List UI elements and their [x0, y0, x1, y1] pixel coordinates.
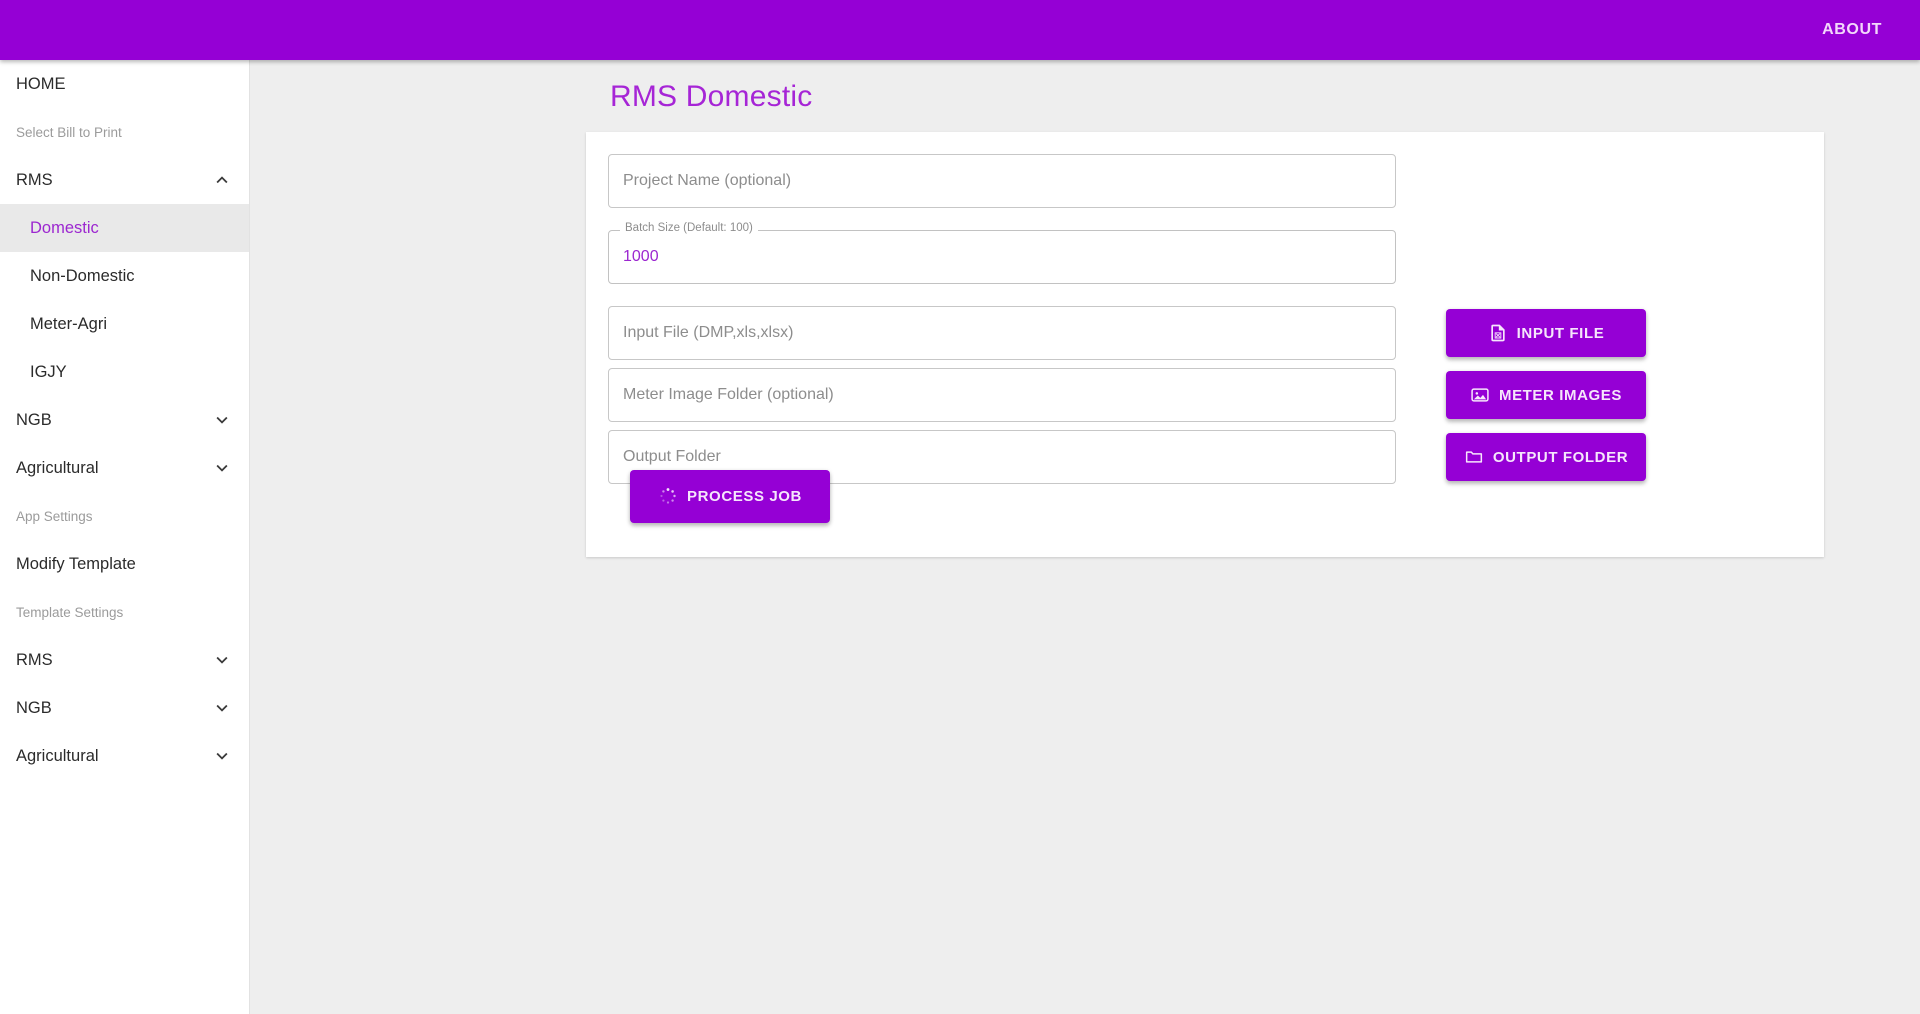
sidebar-item-modify-template[interactable]: Modify Template	[0, 540, 249, 588]
batch-size-value: 1000	[623, 248, 659, 266]
sidebar-item-domestic-label: Domestic	[30, 219, 99, 238]
sidebar-section-template-settings-label: Template Settings	[16, 605, 123, 620]
top-app-bar: ABOUT	[0, 0, 1920, 60]
sidebar-group-ngb[interactable]: NGB	[0, 396, 249, 444]
sidebar-section-app-settings: App Settings	[0, 492, 249, 540]
process-job-button-label: PROCESS JOB	[687, 488, 802, 505]
sidebar-item-modify-template-label: Modify Template	[16, 555, 136, 574]
sidebar: HOME Select Bill to Print RMS Domestic N…	[0, 60, 250, 1014]
input-file-button[interactable]: INPUT FILE	[1446, 309, 1646, 357]
sidebar-section-select-bill-label: Select Bill to Print	[16, 125, 122, 140]
chevron-down-icon	[211, 745, 233, 767]
sidebar-group-agricultural-label: Agricultural	[16, 459, 99, 478]
sidebar-template-group-rms[interactable]: RMS	[0, 636, 249, 684]
sidebar-section-template-settings: Template Settings	[0, 588, 249, 636]
page-title: RMS Domestic	[610, 80, 812, 114]
output-folder-button-label: OUTPUT FOLDER	[1493, 449, 1628, 466]
folder-icon	[1464, 447, 1484, 467]
spinner-icon	[658, 486, 678, 506]
sidebar-item-non-domestic-label: Non-Domestic	[30, 267, 135, 286]
batch-size-label: Batch Size (Default: 100)	[620, 223, 758, 235]
sidebar-template-group-agricultural-label: Agricultural	[16, 747, 99, 766]
sidebar-section-app-settings-label: App Settings	[16, 509, 93, 524]
sidebar-item-igjy[interactable]: IGJY	[0, 348, 249, 396]
batch-size-input[interactable]: Batch Size (Default: 100) 1000	[608, 230, 1396, 284]
meter-image-folder-input[interactable]: Meter Image Folder (optional)	[608, 368, 1396, 422]
sidebar-item-non-domestic[interactable]: Non-Domestic	[0, 252, 249, 300]
sidebar-template-group-agricultural[interactable]: Agricultural	[0, 732, 249, 780]
sidebar-item-igjy-label: IGJY	[30, 363, 67, 382]
sidebar-item-home-label: HOME	[16, 75, 66, 94]
chevron-down-icon	[211, 697, 233, 719]
input-file-button-label: INPUT FILE	[1517, 325, 1605, 342]
sidebar-template-group-rms-label: RMS	[16, 651, 53, 670]
chevron-down-icon	[211, 649, 233, 671]
sidebar-template-group-ngb-label: NGB	[16, 699, 52, 718]
chevron-down-icon	[211, 457, 233, 479]
chevron-up-icon	[211, 169, 233, 191]
image-icon	[1470, 385, 1490, 405]
process-job-button[interactable]: PROCESS JOB	[630, 470, 830, 523]
project-name-placeholder: Project Name (optional)	[623, 172, 791, 190]
sidebar-item-domestic[interactable]: Domestic	[0, 204, 249, 252]
sidebar-item-meter-agri[interactable]: Meter-Agri	[0, 300, 249, 348]
input-file-placeholder: Input File (DMP,xls,xlsx)	[623, 324, 793, 342]
job-form-card: Project Name (optional) Batch Size (Defa…	[586, 132, 1824, 557]
sidebar-section-select-bill: Select Bill to Print	[0, 108, 249, 156]
sidebar-item-home[interactable]: HOME	[0, 60, 249, 108]
meter-images-button[interactable]: METER IMAGES	[1446, 371, 1646, 419]
output-folder-placeholder: Output Folder	[623, 448, 721, 466]
sidebar-group-rms-label: RMS	[16, 171, 53, 190]
meter-images-button-label: METER IMAGES	[1499, 387, 1622, 404]
input-file-row: Input File (DMP,xls,xlsx) INPUT FILE	[608, 306, 1802, 360]
batch-size-row: Batch Size (Default: 100) 1000	[608, 230, 1802, 284]
about-link[interactable]: ABOUT	[1808, 13, 1896, 47]
project-name-input[interactable]: Project Name (optional)	[608, 154, 1396, 208]
meter-image-folder-placeholder: Meter Image Folder (optional)	[623, 386, 834, 404]
input-file-input[interactable]: Input File (DMP,xls,xlsx)	[608, 306, 1396, 360]
file-spreadsheet-icon	[1488, 323, 1508, 343]
output-folder-button[interactable]: OUTPUT FOLDER	[1446, 433, 1646, 481]
sidebar-group-ngb-label: NGB	[16, 411, 52, 430]
meter-image-folder-row: Meter Image Folder (optional) METER IMAG…	[608, 368, 1802, 422]
main-content: RMS Domestic Project Name (optional) Bat…	[250, 60, 1920, 1014]
sidebar-group-rms[interactable]: RMS	[0, 156, 249, 204]
project-name-row: Project Name (optional)	[608, 154, 1802, 208]
chevron-down-icon	[211, 409, 233, 431]
sidebar-group-agricultural[interactable]: Agricultural	[0, 444, 249, 492]
sidebar-item-meter-agri-label: Meter-Agri	[30, 315, 107, 334]
sidebar-template-group-ngb[interactable]: NGB	[0, 684, 249, 732]
